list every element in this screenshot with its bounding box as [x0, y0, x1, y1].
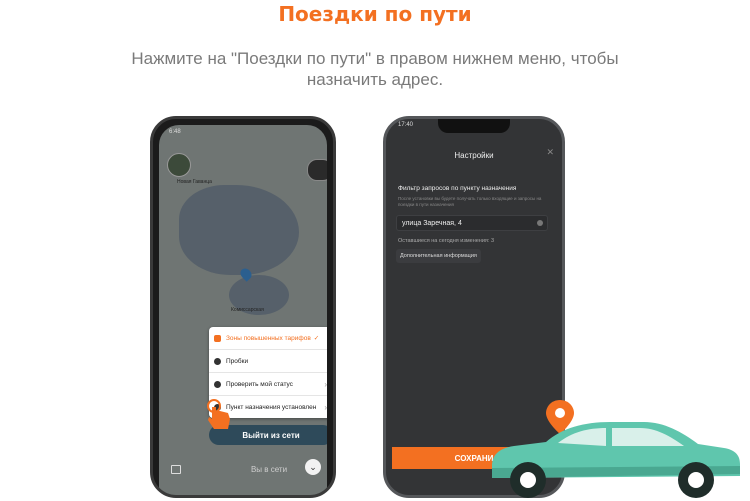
menu-item-check-status[interactable]: Проверить мой статус › [209, 372, 327, 395]
status-time: 6:48 [169, 129, 181, 135]
menu-item-label: Пункт назначения установлен [226, 403, 317, 411]
chevron-down-icon[interactable]: ⌄ [305, 459, 321, 475]
phone-map-screen: 6:48 Новая Гаванца Комиссарская Зоны пов… [150, 116, 336, 498]
page-title: Поездки по пути [278, 2, 472, 26]
check-icon: ✓ [313, 335, 320, 342]
status-time: 17:40 [398, 122, 414, 128]
menu-icon[interactable] [171, 465, 181, 474]
remaining-changes: Оставшиеся на сегодня изменения: 3 [398, 238, 495, 244]
address-value: улица Заречная, 4 [402, 219, 462, 227]
side-toggle-button[interactable] [307, 159, 327, 181]
zone-icon [214, 334, 221, 342]
online-status: Вы в сети [250, 465, 288, 474]
map-label: Комиссарская [231, 307, 264, 313]
avatar[interactable] [167, 153, 191, 177]
more-info-button[interactable]: Дополнительная информация [396, 249, 481, 263]
map-label: Новая Гаванца [177, 179, 212, 185]
destination-address-field[interactable]: улица Заречная, 4 [396, 215, 548, 231]
filter-description: После установки вы будете получать тольк… [398, 196, 542, 207]
settings-title: Настройки [454, 151, 494, 160]
status-icon [214, 380, 221, 388]
chevron-right-icon: › [324, 402, 327, 412]
clear-icon[interactable] [537, 220, 543, 226]
tap-hand-icon [207, 399, 230, 429]
map-view[interactable]: 6:48 Новая Гаванца Комиссарская Зоны пов… [159, 125, 327, 495]
phone-notch [438, 119, 510, 133]
page-subtitle: Нажмите на "Поездки по пути" в правом ни… [131, 49, 619, 89]
close-icon[interactable]: ✕ [546, 147, 554, 158]
menu-item-label: Пробки [226, 357, 249, 365]
menu-item-surge-zones[interactable]: Зоны повышенных тарифов ✓ [209, 327, 327, 349]
menu-item-label: Зоны повышенных тарифов [226, 334, 311, 342]
menu-item-label: Проверить мой статус [226, 380, 293, 388]
car-illustration [492, 400, 740, 498]
chevron-right-icon: › [324, 379, 327, 389]
filter-title: Фильтр запросов по пункту назначения [398, 185, 517, 192]
menu-item-traffic[interactable]: Пробки [209, 349, 327, 372]
traffic-icon [214, 357, 221, 365]
